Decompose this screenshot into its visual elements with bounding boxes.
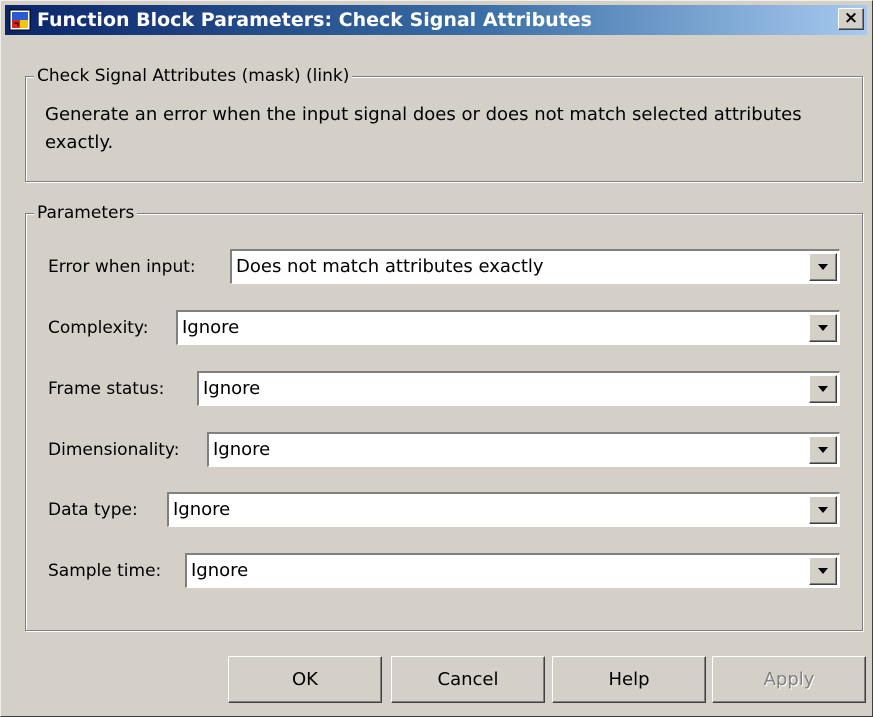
parameters-group: Parameters Error when input: Does not ma…: [25, 203, 863, 631]
cancel-button[interactable]: Cancel: [391, 656, 545, 703]
chevron-down-icon[interactable]: [809, 496, 837, 524]
description-group: Check Signal Attributes (mask) (link) Ge…: [25, 66, 863, 182]
window-title: Function Block Parameters: Check Signal …: [37, 9, 592, 31]
simulink-block-icon: [9, 9, 31, 31]
data-type-value: Ignore: [173, 499, 231, 520]
chevron-down-icon[interactable]: [809, 253, 837, 281]
chevron-down-icon[interactable]: [809, 375, 837, 403]
error-when-input-value: Does not match attributes exactly: [236, 256, 544, 277]
sample-time-value: Ignore: [191, 560, 249, 581]
param-row-sample-time: Sample time: Ignore: [48, 553, 840, 588]
param-row-error-when-input: Error when input: Does not match attribu…: [48, 249, 840, 284]
data-type-dropdown[interactable]: Ignore: [167, 492, 840, 527]
chevron-down-icon[interactable]: [809, 314, 837, 342]
param-row-data-type: Data type: Ignore: [48, 492, 840, 527]
close-button[interactable]: ×: [838, 8, 864, 30]
error-when-input-dropdown[interactable]: Does not match attributes exactly: [230, 249, 840, 284]
complexity-value: Ignore: [182, 317, 240, 338]
data-type-label: Data type:: [48, 500, 138, 520]
complexity-label: Complexity:: [48, 318, 149, 338]
param-row-frame-status: Frame status: Ignore: [48, 371, 840, 406]
dimensionality-dropdown[interactable]: Ignore: [207, 432, 840, 467]
param-row-dimensionality: Dimensionality: Ignore: [48, 432, 840, 467]
title-bar[interactable]: Function Block Parameters: Check Signal …: [5, 5, 867, 35]
param-row-complexity: Complexity: Ignore: [48, 310, 840, 345]
error-when-input-label: Error when input:: [48, 257, 196, 277]
ok-button[interactable]: OK: [228, 656, 382, 703]
dimensionality-value: Ignore: [213, 439, 271, 460]
frame-status-dropdown[interactable]: Ignore: [197, 371, 840, 406]
chevron-down-icon[interactable]: [809, 557, 837, 585]
sample-time-dropdown[interactable]: Ignore: [185, 553, 840, 588]
chevron-down-icon[interactable]: [809, 436, 837, 464]
parameters-group-legend: Parameters: [34, 203, 138, 223]
dimensionality-label: Dimensionality:: [48, 440, 180, 460]
frame-status-value: Ignore: [203, 378, 261, 399]
sample-time-label: Sample time:: [48, 561, 162, 581]
dialog-window: Function Block Parameters: Check Signal …: [0, 0, 873, 717]
apply-button[interactable]: Apply: [712, 656, 866, 703]
block-description: Generate an error when the input signal …: [45, 104, 802, 153]
description-group-legend: Check Signal Attributes (mask) (link): [34, 66, 353, 86]
help-button[interactable]: Help: [552, 656, 706, 703]
complexity-dropdown[interactable]: Ignore: [176, 310, 840, 345]
frame-status-label: Frame status:: [48, 379, 165, 399]
close-icon: ×: [843, 8, 859, 28]
